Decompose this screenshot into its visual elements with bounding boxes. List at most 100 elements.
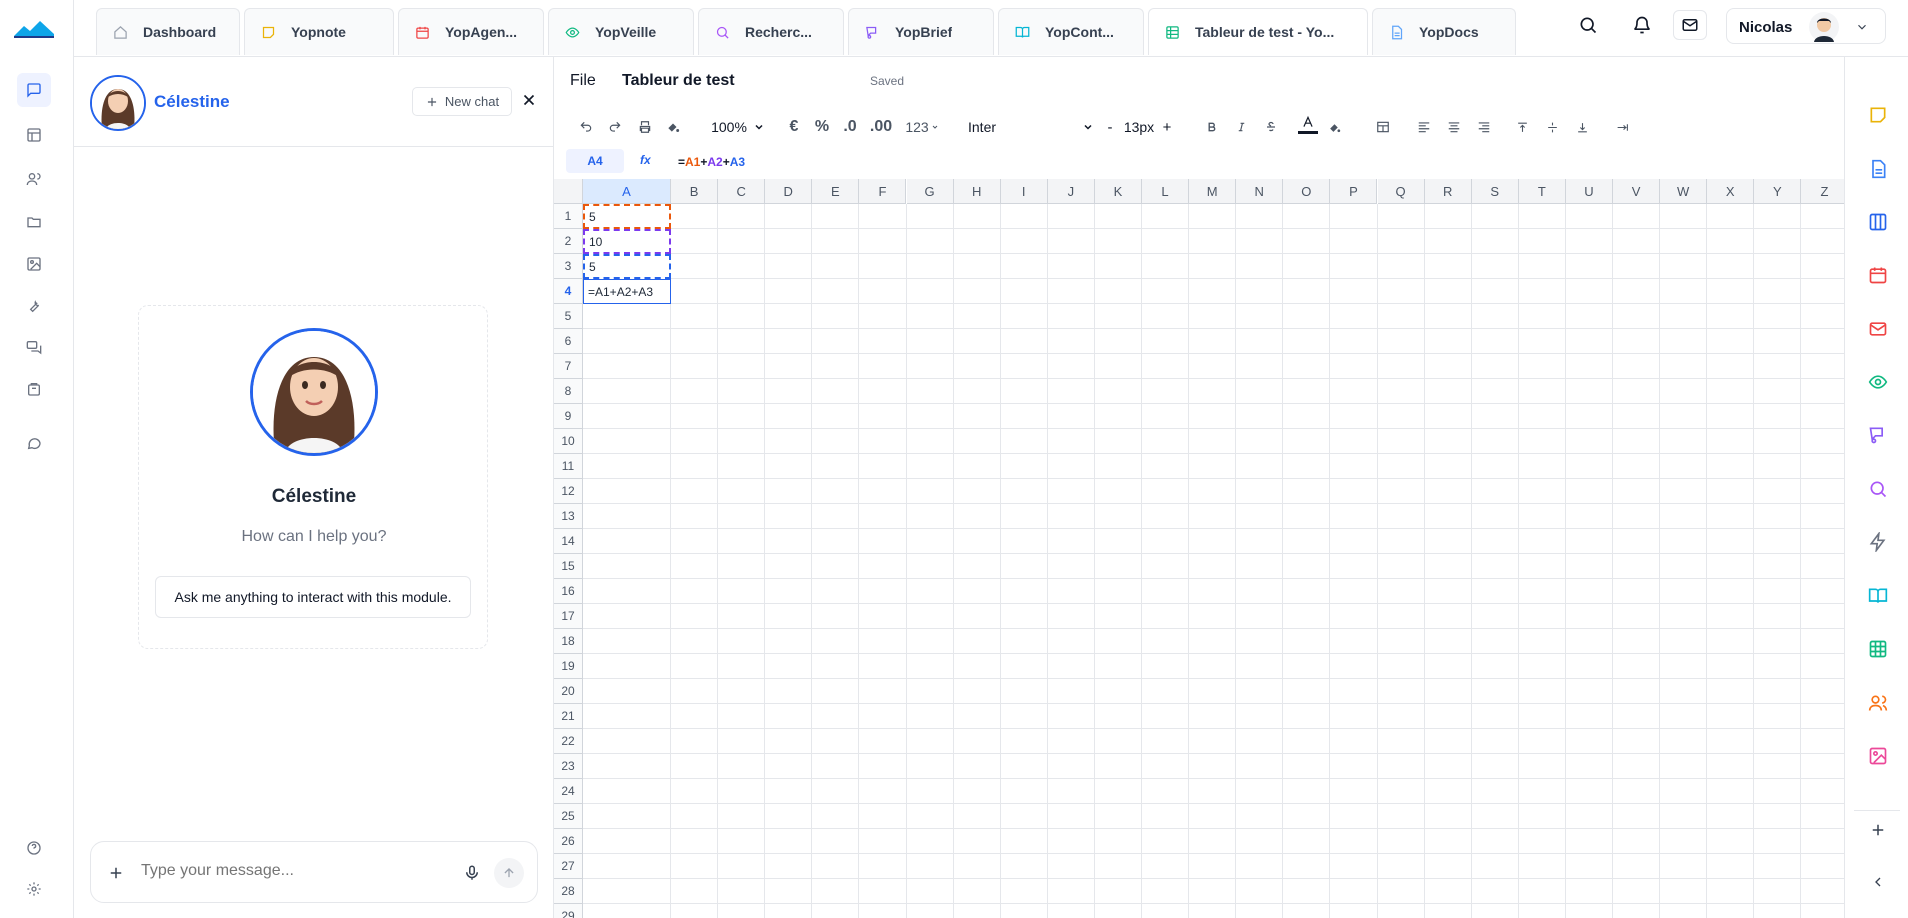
tab-recherche[interactable]: Recherc...: [698, 8, 844, 55]
column-header[interactable]: J: [1047, 179, 1095, 204]
column-header[interactable]: R: [1424, 179, 1472, 204]
row-header[interactable]: 17: [554, 604, 583, 629]
strikethrough-icon[interactable]: [1264, 118, 1278, 136]
row-header[interactable]: 16: [554, 579, 583, 604]
row-header[interactable]: 22: [554, 729, 583, 754]
row-header[interactable]: 6: [554, 329, 583, 354]
help-icon[interactable]: [22, 836, 46, 860]
font-size-decrease[interactable]: -: [1104, 117, 1116, 137]
suggestion-button[interactable]: Ask me anything to interact with this mo…: [155, 576, 471, 618]
column-header[interactable]: C: [718, 179, 766, 204]
row-header[interactable]: 24: [554, 779, 583, 804]
grid-corner[interactable]: [554, 179, 583, 204]
tab-yopbrief[interactable]: YopBrief: [848, 8, 994, 55]
column-header[interactable]: M: [1189, 179, 1237, 204]
column-header[interactable]: F: [859, 179, 907, 204]
column-header[interactable]: U: [1565, 179, 1613, 204]
borders-icon[interactable]: [1374, 118, 1392, 136]
row-header[interactable]: 14: [554, 529, 583, 554]
redo-icon[interactable]: [606, 118, 624, 136]
row-header[interactable]: 9: [554, 404, 583, 429]
align-bottom-icon[interactable]: [1574, 118, 1590, 136]
align-left-icon[interactable]: [1416, 118, 1432, 136]
print-icon[interactable]: [636, 118, 654, 136]
cell-a1[interactable]: 5: [583, 204, 671, 229]
spreadsheet-grid[interactable]: A B C D E F G H I J K L M N O P Q R S T U V W X Y Z 1 2 3 4 5 6 7 8 9 10 11 1…: [554, 179, 1844, 918]
row-header[interactable]: 19: [554, 654, 583, 679]
image-icon[interactable]: [22, 252, 46, 276]
tab-yopdocs[interactable]: YopDocs: [1372, 8, 1516, 55]
column-header[interactable]: X: [1707, 179, 1755, 204]
search-icon[interactable]: [1867, 478, 1889, 500]
wrap-text-icon[interactable]: [1614, 118, 1630, 136]
cell-a2[interactable]: 10: [583, 229, 671, 254]
chevron-left-icon[interactable]: [1867, 871, 1889, 893]
column-header[interactable]: V: [1613, 179, 1661, 204]
column-header[interactable]: A: [583, 179, 671, 204]
tab-yopnote[interactable]: Yopnote: [244, 8, 394, 55]
file-menu[interactable]: File: [570, 72, 596, 90]
document-icon[interactable]: [1867, 158, 1889, 180]
zoom-select[interactable]: 100%: [706, 117, 770, 137]
chat-icon[interactable]: [17, 73, 51, 107]
currency-button[interactable]: €: [784, 116, 804, 138]
column-header[interactable]: L: [1142, 179, 1190, 204]
font-size-value[interactable]: 13px: [1122, 117, 1156, 137]
column-header[interactable]: P: [1330, 179, 1378, 204]
column-header[interactable]: K: [1094, 179, 1142, 204]
formula-input[interactable]: = A1 + A2 + A3: [678, 155, 745, 169]
lightning-icon[interactable]: [1867, 531, 1889, 553]
row-header[interactable]: 29: [554, 904, 583, 918]
font-select[interactable]: Inter: [968, 117, 1094, 137]
message-input[interactable]: [141, 856, 371, 886]
row-header[interactable]: 28: [554, 879, 583, 904]
cell-a4[interactable]: =A1+A2+A3: [583, 279, 671, 304]
align-center-icon[interactable]: [1446, 118, 1462, 136]
text-color-icon[interactable]: [1298, 112, 1318, 136]
row-header[interactable]: 3: [554, 254, 583, 279]
folder-icon[interactable]: [22, 210, 46, 234]
row-header[interactable]: 21: [554, 704, 583, 729]
row-header[interactable]: 13: [554, 504, 583, 529]
mail-icon[interactable]: [1673, 10, 1707, 40]
italic-icon[interactable]: [1234, 118, 1248, 136]
bag-icon[interactable]: [22, 377, 46, 401]
number-format-select[interactable]: 123: [902, 117, 942, 137]
align-top-icon[interactable]: [1514, 118, 1530, 136]
row-header[interactable]: 1: [554, 204, 583, 229]
tab-yopcontent[interactable]: YopCont...: [998, 8, 1144, 55]
book-icon[interactable]: [1867, 585, 1889, 607]
undo-icon[interactable]: [577, 118, 595, 136]
column-header[interactable]: G: [906, 179, 954, 204]
tab-dashboard[interactable]: Dashboard: [96, 8, 240, 55]
row-header[interactable]: 12: [554, 479, 583, 504]
user-menu[interactable]: Nicolas: [1726, 8, 1886, 44]
cell-reference[interactable]: A4: [566, 149, 624, 173]
row-header[interactable]: 11: [554, 454, 583, 479]
eye-icon[interactable]: [1867, 371, 1889, 393]
mail-icon[interactable]: [1867, 318, 1889, 340]
users-icon[interactable]: [1867, 692, 1889, 714]
search-icon[interactable]: [1578, 15, 1598, 40]
row-header[interactable]: 23: [554, 754, 583, 779]
wrench-icon[interactable]: [22, 294, 46, 318]
bold-icon[interactable]: [1204, 118, 1218, 136]
tab-tableur-active[interactable]: Tableur de test - Yo...: [1148, 8, 1368, 55]
settings-icon[interactable]: [22, 877, 46, 901]
new-chat-button[interactable]: New chat: [412, 87, 512, 116]
column-header[interactable]: H: [953, 179, 1001, 204]
decrease-decimal-button[interactable]: .0: [839, 116, 861, 138]
users-icon[interactable]: [22, 167, 46, 191]
column-header[interactable]: D: [765, 179, 813, 204]
row-header[interactable]: 25: [554, 804, 583, 829]
send-button[interactable]: [494, 858, 524, 888]
plus-icon[interactable]: [1867, 819, 1889, 841]
image-icon[interactable]: [1867, 745, 1889, 767]
tab-yopagenda[interactable]: YopAgen...: [398, 8, 544, 55]
column-header[interactable]: E: [812, 179, 860, 204]
row-header[interactable]: 4: [554, 279, 583, 304]
plus-icon[interactable]: [107, 864, 125, 887]
column-header[interactable]: B: [671, 179, 719, 204]
tab-yopveille[interactable]: YopVeille: [548, 8, 694, 55]
column-header[interactable]: T: [1518, 179, 1566, 204]
